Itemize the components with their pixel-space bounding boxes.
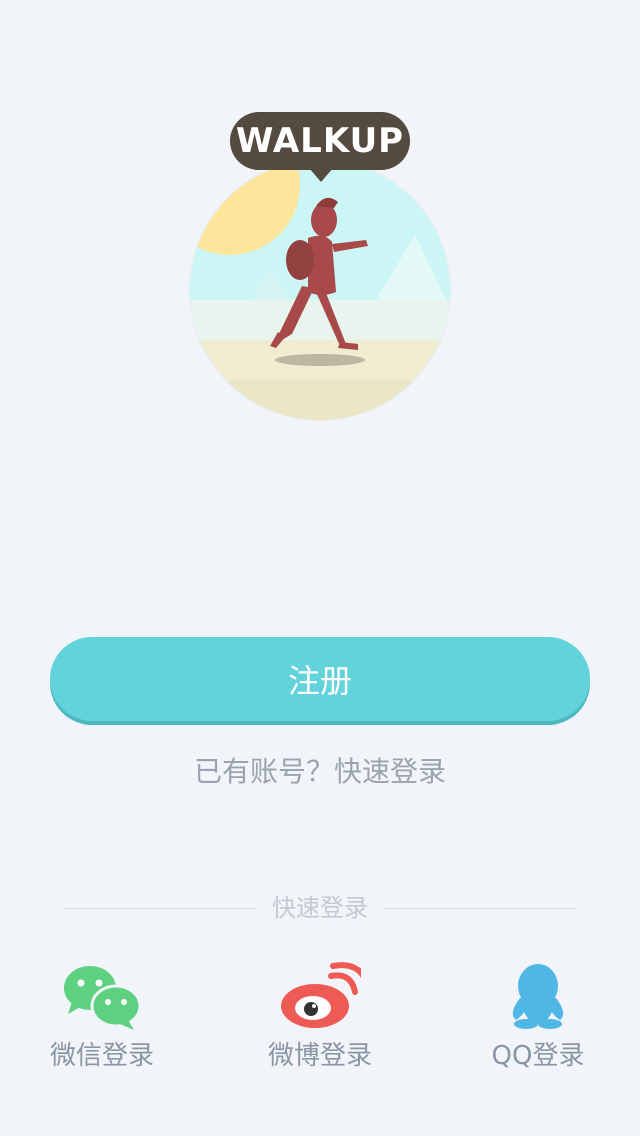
register-button[interactable]: 注册: [50, 637, 590, 721]
logo-badge: WALKUP: [230, 112, 410, 170]
qq-icon: [512, 964, 564, 1029]
quick-login-link[interactable]: 已有账号？快速登录: [0, 752, 640, 792]
divider-right: [384, 908, 576, 909]
divider-left: [64, 908, 256, 909]
weibo-login-label: 微博登录: [267, 1041, 372, 1071]
qq-login-button[interactable]: QQ登录: [448, 955, 628, 1085]
walker-illustration: [190, 160, 450, 420]
weibo-login-button[interactable]: 微博登录: [230, 955, 410, 1085]
app-logo: WALKUP: [190, 110, 450, 420]
wechat-icon: [64, 966, 142, 1030]
qq-login-label: QQ登录: [491, 1041, 585, 1071]
logo-badge-pointer: [309, 168, 333, 182]
weibo-icon: [281, 962, 361, 1028]
quick-login-section-label: 快速登录: [272, 894, 368, 922]
wechat-login-label: 微信登录: [49, 1041, 154, 1071]
wechat-login-button[interactable]: 微信登录: [12, 955, 192, 1085]
